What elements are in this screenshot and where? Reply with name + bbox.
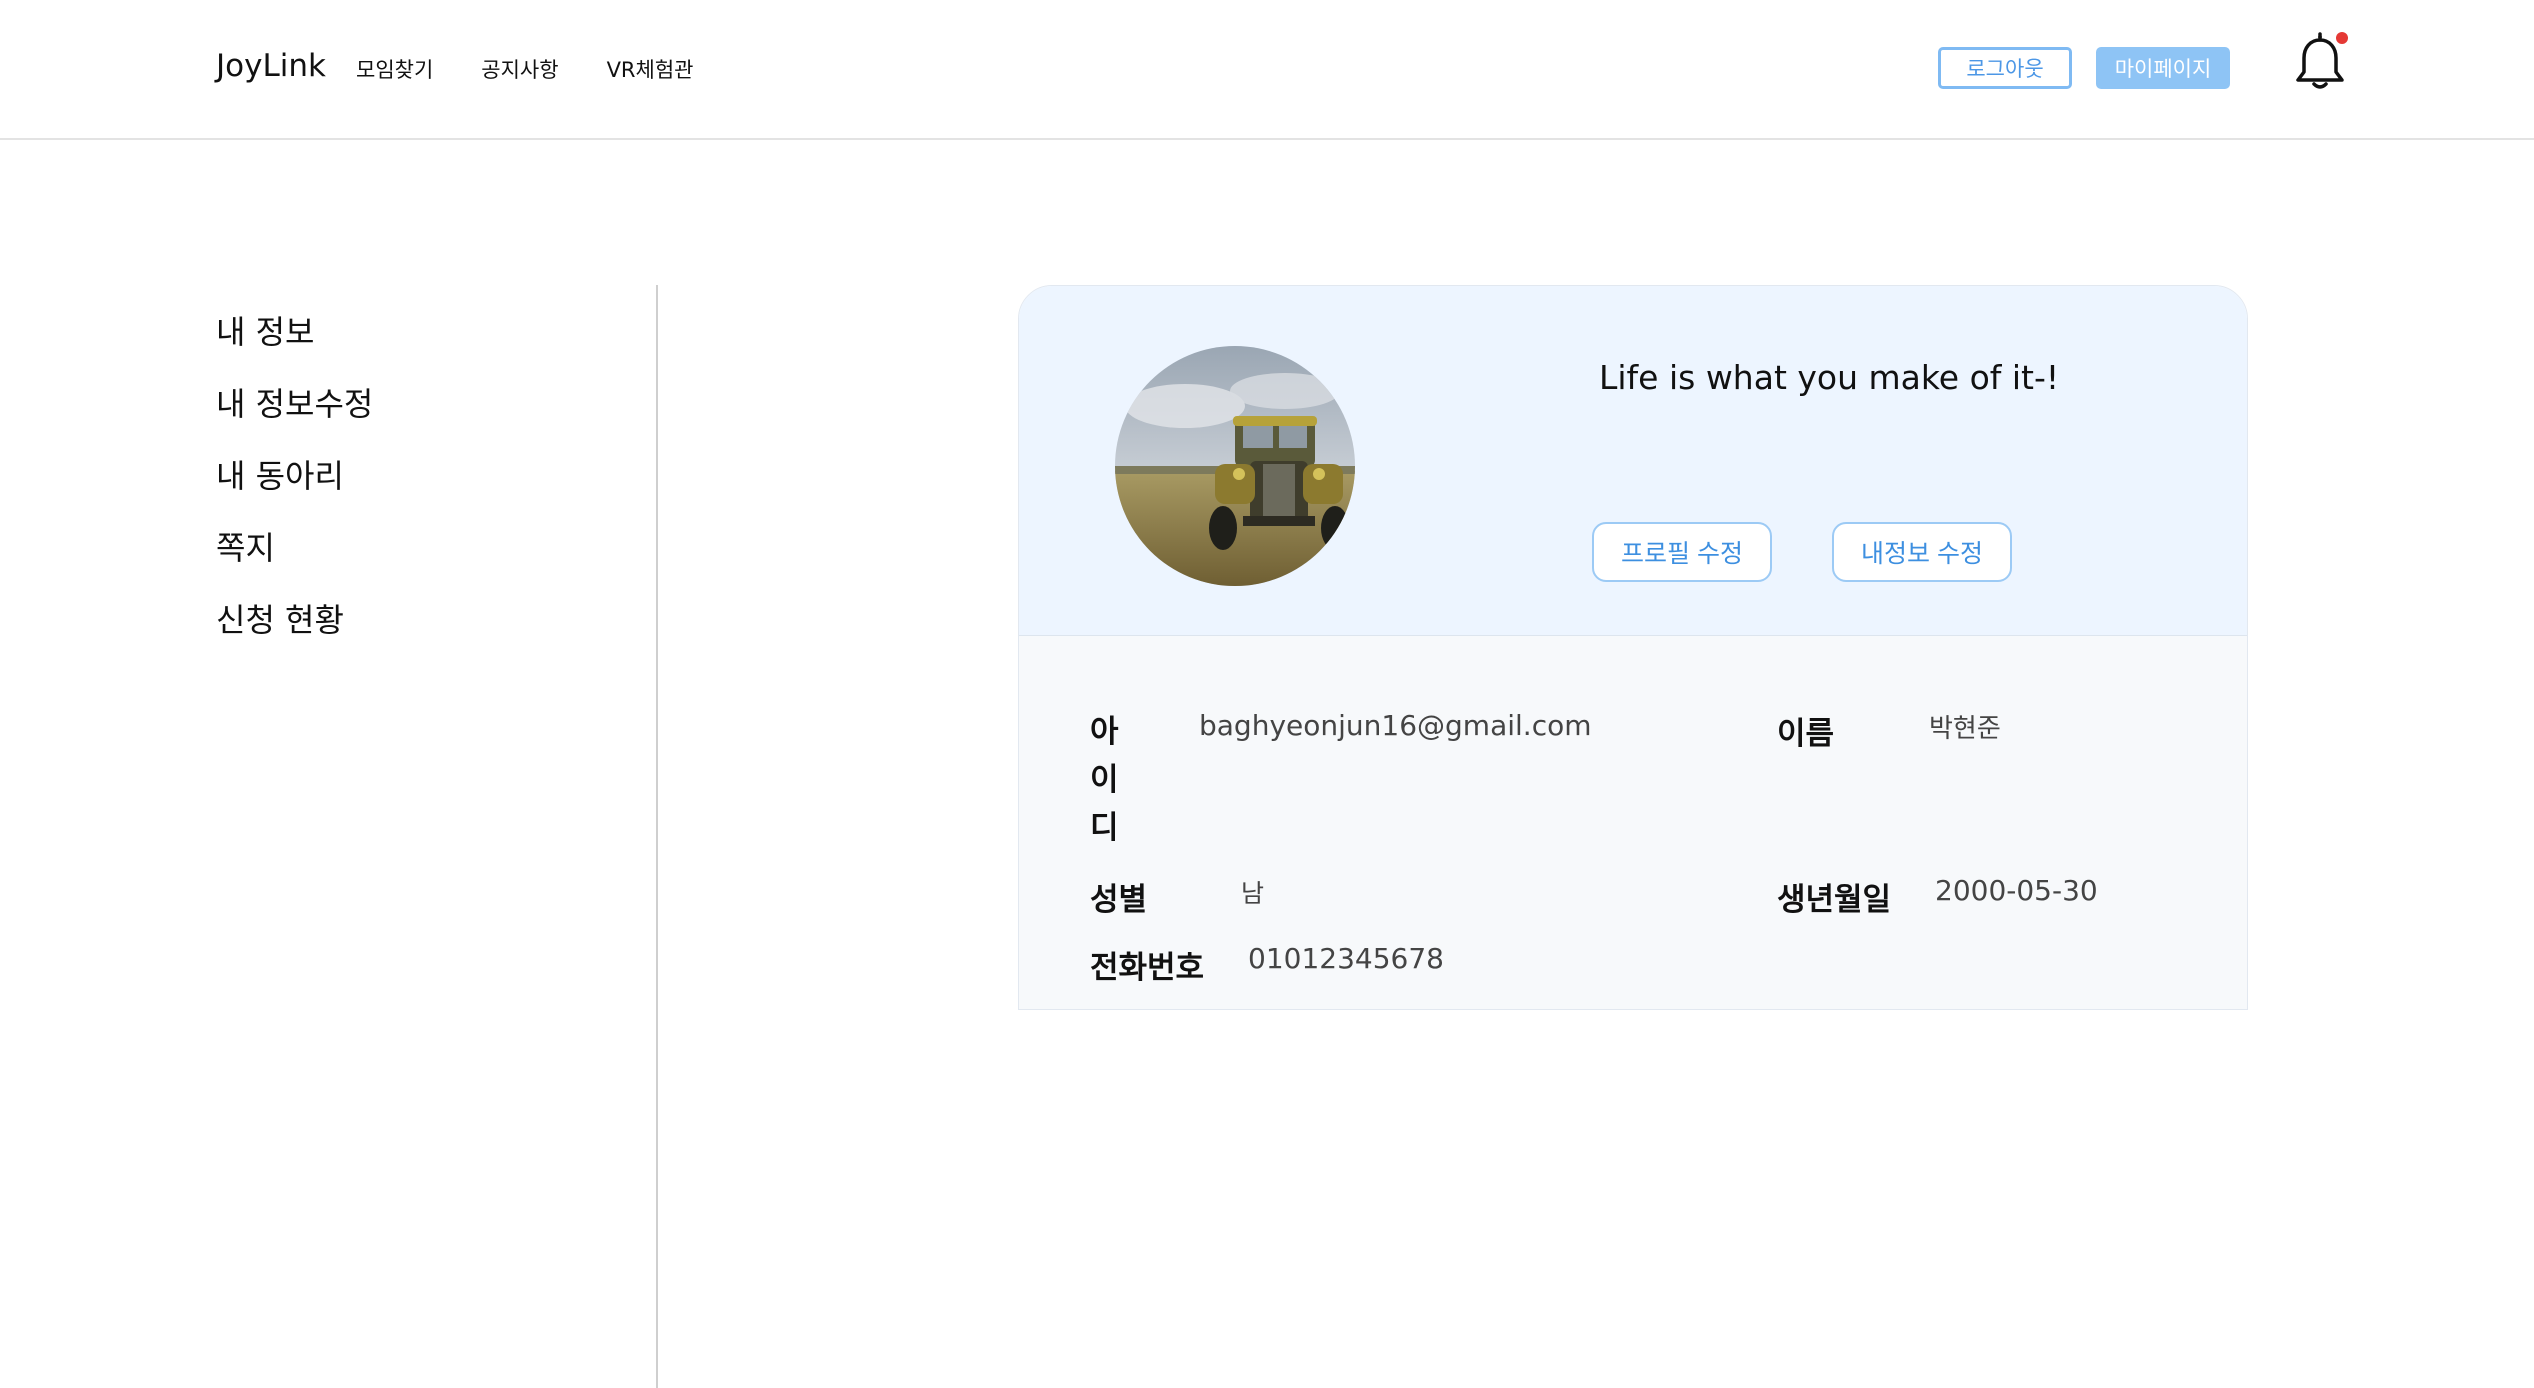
sidebar-item-edit-info[interactable]: 내 정보수정 bbox=[216, 382, 373, 454]
sidebar-item-applications[interactable]: 신청 현황 bbox=[216, 598, 373, 670]
phone-label: 전화번호 bbox=[1090, 950, 1205, 986]
id-value: baghyeonjun16@gmail.com bbox=[1199, 709, 1592, 742]
logout-button[interactable]: 로그아웃 bbox=[1938, 47, 2072, 89]
nav-find-groups[interactable]: 모임찾기 bbox=[356, 54, 433, 84]
gender-label: 성별 bbox=[1090, 882, 1148, 918]
avatar bbox=[1115, 346, 1355, 586]
profile-header: Life is what you make of it-! 프로필 수정 내정보… bbox=[1019, 286, 2247, 636]
main-nav: 모임찾기 공지사항 VR체험관 bbox=[356, 54, 693, 84]
avatar-image bbox=[1115, 346, 1355, 586]
phone-value: 01012345678 bbox=[1248, 942, 1444, 975]
edit-profile-button[interactable]: 프로필 수정 bbox=[1592, 522, 1772, 582]
birth-label: 생년월일 bbox=[1777, 882, 1892, 918]
profile-card: Life is what you make of it-! 프로필 수정 내정보… bbox=[1018, 285, 2248, 1010]
logo[interactable]: JoyLink bbox=[216, 48, 326, 84]
notification-dot bbox=[2336, 32, 2348, 44]
id-label: 아이디 bbox=[1090, 714, 1119, 846]
notification-button[interactable] bbox=[2290, 30, 2350, 94]
name-label: 이름 bbox=[1777, 716, 1835, 752]
sidebar-item-my-info[interactable]: 내 정보 bbox=[216, 310, 373, 382]
nav-vr-experience[interactable]: VR체험관 bbox=[607, 54, 694, 84]
sidebar: 내 정보 내 정보수정 내 동아리 쪽지 신청 현황 bbox=[216, 310, 373, 670]
bell-icon bbox=[2296, 32, 2348, 89]
sidebar-item-my-clubs[interactable]: 내 동아리 bbox=[216, 454, 373, 526]
edit-info-button[interactable]: 내정보 수정 bbox=[1832, 522, 2012, 582]
sidebar-divider bbox=[656, 285, 658, 1388]
gender-value: 남 bbox=[1241, 879, 1265, 908]
birth-value: 2000-05-30 bbox=[1935, 874, 2098, 907]
nav-notices[interactable]: 공지사항 bbox=[481, 54, 558, 84]
top-header: JoyLink 모임찾기 공지사항 VR체험관 로그아웃 마이페이지 bbox=[0, 0, 2534, 140]
profile-motto: Life is what you make of it-! bbox=[1599, 358, 2060, 397]
mypage-button[interactable]: 마이페이지 bbox=[2096, 47, 2230, 89]
sidebar-item-messages[interactable]: 쪽지 bbox=[216, 526, 373, 598]
name-value: 박현준 bbox=[1929, 714, 2001, 744]
